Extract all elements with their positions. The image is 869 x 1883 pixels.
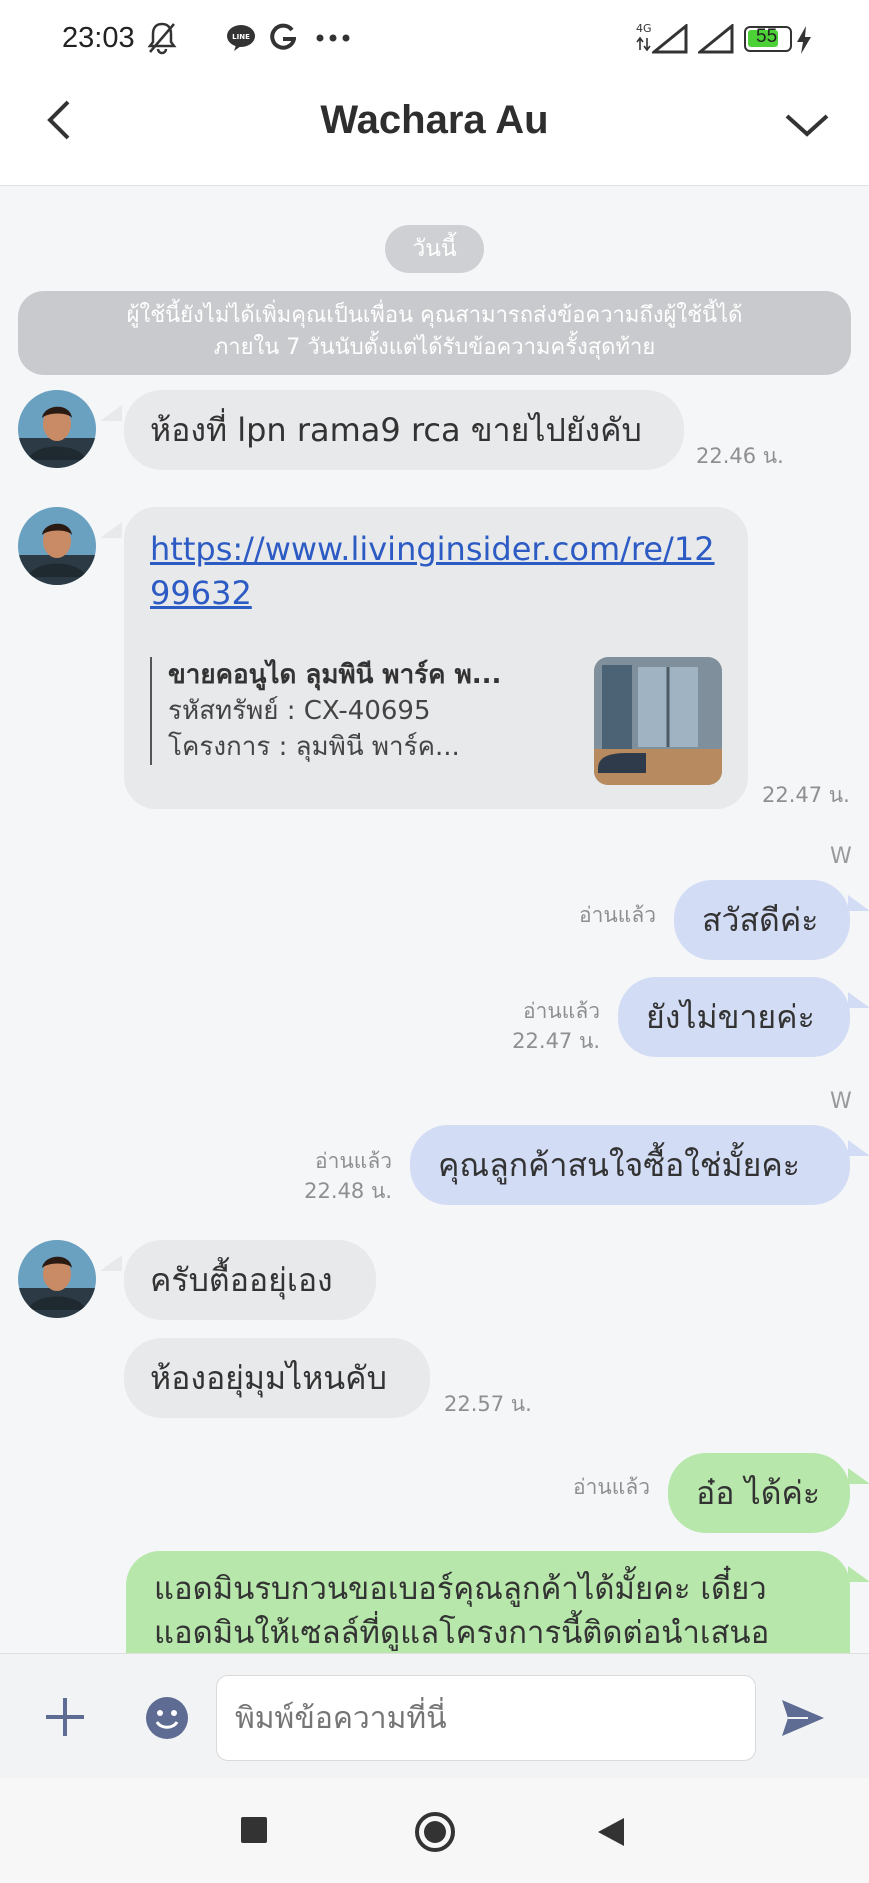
date-separator: วันนี้ [385, 225, 484, 273]
message-bubble[interactable]: คุณลูกค้าสนใจซื้อใช่มั้ยคะ [410, 1125, 850, 1205]
message-bubble[interactable]: ยังไม่ขายค่ะ [618, 977, 850, 1057]
message-text: สวัสดีค่ะ [702, 901, 819, 939]
battery-level: 55 [756, 26, 778, 47]
message-text: ห้องที่ lpn rama9 rca ขายไปยังคับ [150, 411, 642, 449]
message-bubble[interactable]: ครับตื้ออยุ่เอง [124, 1240, 376, 1320]
send-icon[interactable] [780, 1698, 826, 1738]
message-bubble[interactable]: ห้องอยุ่มุมไหนคับ [124, 1338, 430, 1418]
status-bar: 23:03 LINE 4G 55 [0, 0, 869, 78]
avatar[interactable] [18, 1240, 96, 1318]
message-bubble[interactable]: อ๋อ ได้ค่ะ [668, 1453, 850, 1533]
more-icon [316, 34, 350, 42]
preview-thumbnail[interactable] [594, 657, 722, 785]
square-icon[interactable] [240, 1816, 268, 1844]
system-notice-line: ผู้ใช้นี้ยังไม่ได้เพิ่มคุณเป็นเพื่อน คุณ… [126, 303, 743, 328]
bubble-tail [848, 992, 869, 1008]
signal-icon-2 [698, 24, 734, 54]
message-input[interactable] [216, 1675, 756, 1761]
read-status: อ่านแล้ว [315, 1149, 392, 1173]
message-time: 22.48 น. [304, 1179, 392, 1203]
message-text: ห้องอยุ่มุมไหนคับ [150, 1359, 387, 1397]
preview-project: โครงการ : ลุมพินี พาร์ค... [168, 732, 460, 762]
bubble-tail [848, 1140, 869, 1156]
message-time: 22.57 น. [444, 1392, 532, 1416]
status-time: 23:03 [62, 22, 135, 54]
svg-text:LINE: LINE [232, 33, 250, 41]
line-app-icon: LINE [227, 25, 255, 51]
chevron-down-icon[interactable] [783, 104, 831, 144]
google-icon [270, 23, 296, 50]
battery-icon: 55 [744, 26, 792, 52]
bubble-tail [100, 1255, 122, 1271]
network-type-icon: 4G [636, 22, 652, 52]
avatar[interactable] [18, 390, 96, 468]
message-text: ยังไม่ขายค่ะ [646, 998, 815, 1036]
read-status: อ่านแล้ว [523, 999, 600, 1023]
message-time: 22.47 น. [512, 1029, 600, 1053]
message-bubble[interactable]: สวัสดีค่ะ [674, 880, 850, 960]
system-notice: ผู้ใช้นี้ยังไม่ได้เพิ่มคุณเป็นเพื่อน คุณ… [18, 291, 851, 375]
charging-icon [797, 26, 811, 54]
message-bubble[interactable]: ห้องที่ lpn rama9 rca ขายไปยังคับ [124, 390, 684, 470]
page-title: Wachara Au [320, 98, 549, 142]
bubble-tail [100, 522, 122, 538]
triangle-icon[interactable] [596, 1816, 626, 1848]
muted-bell-icon [147, 22, 177, 55]
message-text: อ๋อ ได้ค่ะ [696, 1474, 821, 1512]
bubble-tail [848, 1468, 869, 1484]
link-preview[interactable]: ขายคอนูได ลุมพินี พาร์ค พ... รหัสทรัพย์ … [150, 657, 570, 765]
read-status: อ่านแล้ว [579, 903, 656, 927]
bubble-tail [848, 895, 869, 911]
message-time: 22.47 น. [762, 783, 850, 807]
system-nav-bar [0, 1778, 869, 1883]
chat-header: Wachara Au [0, 78, 869, 186]
message-text-line: แอดมินให้เซลล์ที่ดูแลโครงการนี้ติดต่อนำเ… [154, 1615, 770, 1651]
sender-tag: W [830, 844, 852, 869]
sender-tag: W [830, 1089, 852, 1114]
message-text: ครับตื้ออยุ่เอง [150, 1261, 333, 1299]
read-status: อ่านแล้ว [573, 1475, 650, 1499]
avatar[interactable] [18, 507, 96, 585]
preview-code: รหัสทรัพย์ : CX-40695 [168, 696, 431, 726]
message-input-bar [0, 1653, 869, 1778]
smiley-icon[interactable] [145, 1696, 189, 1740]
plus-icon[interactable] [44, 1696, 86, 1738]
chat-area[interactable]: วันนี้ ผู้ใช้นี้ยังไม่ได้เพิ่มคุณเป็นเพื… [0, 187, 869, 1653]
bubble-tail [100, 405, 122, 421]
bubble-tail [848, 1566, 869, 1582]
message-text-line: แอดมินรบกวนขอเบอร์คุณลูกค้าได้มั้ยคะ เดี… [154, 1571, 767, 1607]
circle-icon[interactable] [414, 1811, 456, 1853]
message-text: คุณลูกค้าสนใจซื้อใช่มั้ยคะ [438, 1146, 800, 1184]
message-bubble[interactable]: แอดมินรบกวนขอเบอร์คุณลูกค้าได้มั้ยคะ เดี… [126, 1551, 850, 1653]
signal-icon [652, 24, 688, 54]
preview-title: ขายคอนูได ลุมพินี พาร์ค พ... [168, 660, 502, 690]
message-link[interactable]: https://www.livinginsider.com/re/1299632 [150, 527, 722, 615]
system-notice-line: ภายใน 7 วันนับตั้งแต่ได้รับข้อความครั้งส… [213, 335, 656, 360]
message-time: 22.46 น. [696, 444, 784, 468]
svg-text:4G: 4G [636, 22, 652, 35]
link-message-bubble[interactable]: https://www.livinginsider.com/re/1299632… [124, 507, 748, 809]
